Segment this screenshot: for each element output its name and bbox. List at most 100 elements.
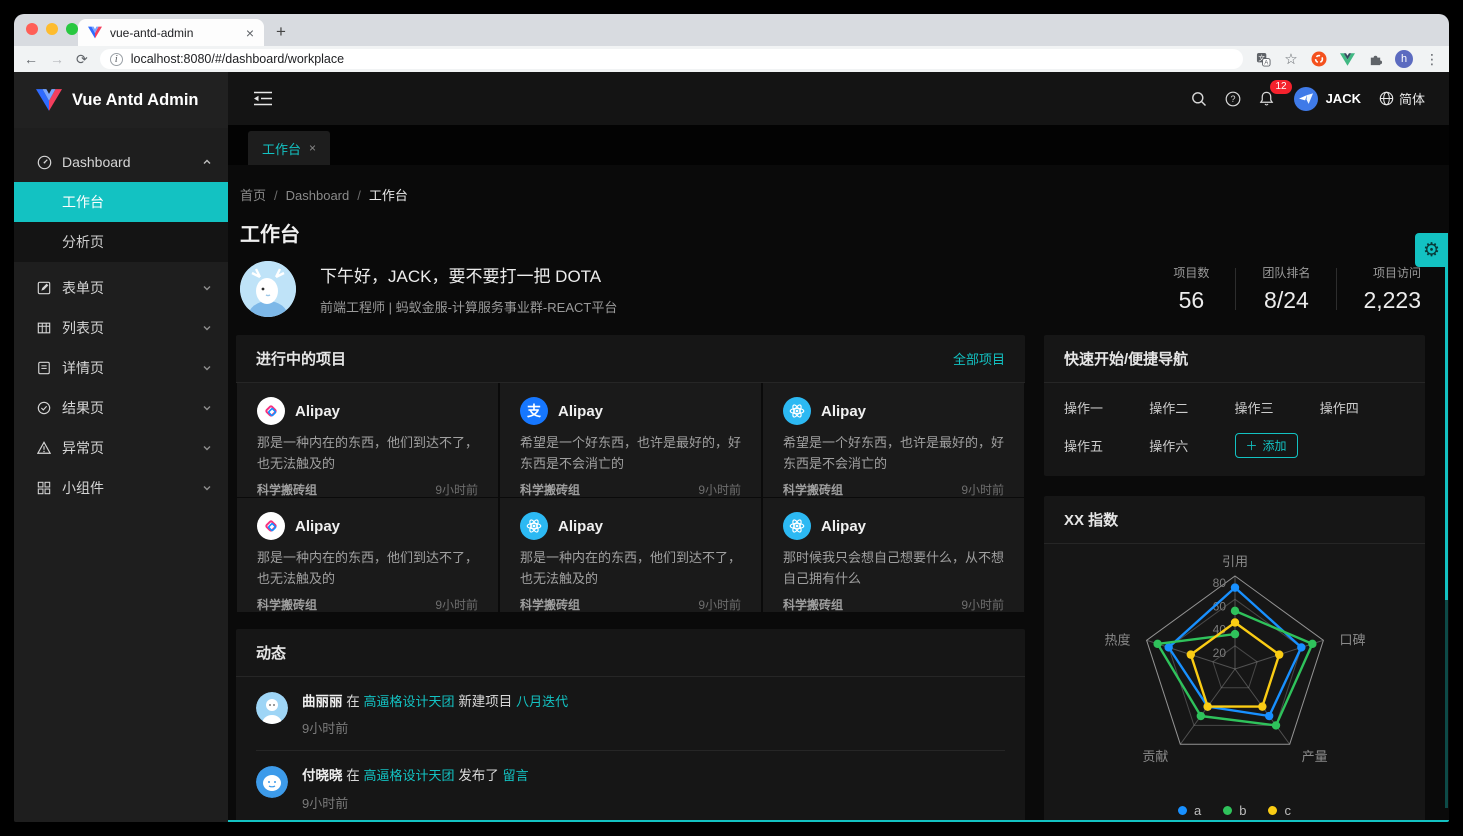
sidebar-item-list[interactable]: 列表页 (14, 308, 228, 348)
svg-text:?: ? (1230, 94, 1235, 104)
feed-user[interactable]: 曲丽丽 (302, 694, 343, 709)
browser-tab[interactable]: vue-antd-admin × (78, 19, 264, 46)
quick-link[interactable]: 操作一 (1064, 398, 1149, 417)
bookmark-star-icon[interactable]: ☆ (1283, 51, 1299, 67)
quick-link[interactable]: 操作五 (1064, 436, 1149, 455)
page-tabbar: 工作台 × (228, 125, 1449, 165)
sidebar-collapse-icon[interactable] (246, 82, 280, 116)
project-tile[interactable]: Alipay 希望是一个好东西，也许是最好的，好东西是不会消亡的 科学搬砖组9小… (762, 383, 1025, 498)
check-circle-icon (36, 400, 52, 416)
atom-flower-icon (520, 512, 548, 540)
sidebar-item-form[interactable]: 表单页 (14, 268, 228, 308)
project-tile[interactable]: Alipay 那是一种内在的东西，他们到达不了，也无法触及的 科学搬砖组9小时前 (236, 383, 499, 498)
feed-target-link[interactable]: 八月迭代 (516, 694, 568, 709)
sidebar: Vue Antd Admin Dashboard 工作台 分析页 (14, 72, 228, 822)
language-label: 简体 (1399, 89, 1425, 108)
project-group[interactable]: 科学搬砖组 (783, 481, 961, 498)
notification-bell-icon[interactable]: 12 (1250, 82, 1284, 116)
legend-dot-icon (1223, 806, 1232, 815)
chevron-down-icon (202, 283, 212, 293)
feed-target-link[interactable]: 留言 (503, 768, 529, 783)
project-tile[interactable]: Alipay 那是一种内在的东西，他们到达不了，也无法触及的 科学搬砖组9小时前 (236, 498, 499, 613)
sidebar-item-widgets[interactable]: 小组件 (14, 468, 228, 508)
quick-links: 操作一 操作二 操作三 操作四 操作五 操作六 ＋添加 (1044, 383, 1425, 476)
projects-card: 进行中的项目 全部项目 Alipay 那是一种 (236, 335, 1025, 613)
user-menu[interactable]: JACK (1294, 87, 1361, 111)
svg-text:产量: 产量 (1302, 749, 1328, 764)
chrome-menu-icon[interactable]: ⋮ (1425, 51, 1439, 68)
sidebar-item-workbench[interactable]: 工作台 (14, 182, 228, 222)
project-group[interactable]: 科学搬砖组 (520, 596, 698, 613)
extensions-puzzle-icon[interactable] (1367, 51, 1383, 67)
page-tab-close-icon[interactable]: × (309, 141, 316, 155)
breadcrumb: 首页/Dashboard/工作台 (240, 185, 1425, 204)
atom-flower-icon (783, 512, 811, 540)
search-icon[interactable] (1182, 82, 1216, 116)
reload-button[interactable]: ⟳ (76, 51, 88, 68)
extension-icon-orange[interactable] (1311, 51, 1327, 67)
vertical-scrollbar-track[interactable] (1445, 600, 1448, 808)
site-info-icon[interactable]: i (110, 53, 123, 66)
project-group[interactable]: 科学搬砖组 (257, 481, 435, 498)
translate-icon[interactable]: 文A (1255, 51, 1271, 67)
settings-gear-button[interactable]: ⚙ (1415, 233, 1448, 267)
feed-avatar (256, 692, 288, 724)
activity-feed-card: 动态 曲丽丽 在 高逼格设计天团 (236, 629, 1025, 822)
chrome-profile-avatar[interactable]: h (1395, 50, 1413, 68)
back-button[interactable]: ← (24, 51, 38, 67)
sidebar-item-exception[interactable]: 异常页 (14, 428, 228, 468)
legend-item[interactable]: c (1268, 803, 1291, 818)
quick-link[interactable]: 操作六 (1149, 436, 1234, 455)
quick-link[interactable]: 操作三 (1235, 398, 1320, 417)
legend-item[interactable]: b (1223, 803, 1246, 818)
minimize-window-button[interactable] (46, 23, 58, 35)
vue-logo-icon (36, 89, 62, 111)
project-tile[interactable]: 支 Alipay 希望是一个好东西，也许是最好的，好东西是不会消亡的 科学搬砖组… (499, 383, 762, 498)
browser-window: vue-antd-admin × + ← → ⟳ i localhost:808… (14, 14, 1449, 822)
url-bar[interactable]: i localhost:8080/#/dashboard/workplace (100, 49, 1243, 69)
app-root: Vue Antd Admin Dashboard 工作台 分析页 (14, 72, 1449, 822)
feed-team-link[interactable]: 高逼格设计天团 (364, 768, 455, 783)
welcome-section: 下午好，JACK，要不要打一把 DOTA 前端工程师 | 蚂蚁金服-计算服务事业… (240, 261, 1425, 317)
sidebar-item-dashboard[interactable]: Dashboard (14, 142, 228, 182)
extension-icon-vue-devtools[interactable] (1339, 51, 1355, 67)
legend-item[interactable]: a (1178, 803, 1201, 818)
close-window-button[interactable] (26, 23, 38, 35)
breadcrumb-dashboard[interactable]: Dashboard (286, 188, 350, 203)
user-avatar (1294, 87, 1318, 111)
breadcrumb-home[interactable]: 首页 (240, 188, 266, 203)
antd-logo-icon (257, 512, 285, 540)
feed-team-link[interactable]: 高逼格设计天团 (364, 694, 455, 709)
main-area: ? 12 JACK 简体 工作台 (228, 72, 1449, 822)
sidebar-item-analysis[interactable]: 分析页 (14, 222, 228, 262)
svg-text:热度: 热度 (1105, 632, 1131, 647)
project-tile[interactable]: Alipay 那时候我只会想自己想要什么，从不想自己拥有什么 科学搬砖组9小时前 (762, 498, 1025, 613)
index-chart-card: XX 指数 引用口碑产量贡献热度20406080 abc (1044, 496, 1425, 822)
quick-link[interactable]: 操作二 (1149, 398, 1234, 417)
language-switcher[interactable]: 简体 (1379, 89, 1425, 108)
forward-button[interactable]: → (50, 51, 64, 67)
help-question-icon[interactable]: ? (1216, 82, 1250, 116)
edit-form-icon (36, 280, 52, 296)
tab-close-icon[interactable]: × (246, 26, 254, 40)
chevron-down-icon (202, 363, 212, 373)
page-tab-workbench[interactable]: 工作台 × (248, 131, 330, 165)
feed-user[interactable]: 付晓晓 (302, 768, 343, 783)
horizontal-scrollbar-thumb[interactable] (228, 820, 1449, 822)
quick-nav-title: 快速开始/便捷导航 (1064, 348, 1405, 369)
new-tab-button[interactable]: + (276, 22, 286, 42)
maximize-window-button[interactable] (66, 23, 78, 35)
sidebar-item-detail[interactable]: 详情页 (14, 348, 228, 388)
notification-badge: 12 (1270, 80, 1291, 94)
project-group[interactable]: 科学搬砖组 (257, 596, 435, 613)
add-button[interactable]: ＋添加 (1235, 433, 1298, 458)
dashboard-submenu: 工作台 分析页 (14, 182, 228, 262)
project-group[interactable]: 科学搬砖组 (783, 596, 961, 613)
project-group[interactable]: 科学搬砖组 (520, 481, 698, 498)
all-projects-link[interactable]: 全部项目 (953, 349, 1005, 368)
quick-link[interactable]: 操作四 (1320, 398, 1405, 417)
project-tile[interactable]: Alipay 那是一种内在的东西，他们到达不了，也无法触及的 科学搬砖组9小时前 (499, 498, 762, 613)
vertical-scrollbar-thumb[interactable] (1445, 233, 1448, 600)
sidebar-item-result[interactable]: 结果页 (14, 388, 228, 428)
app-logo[interactable]: Vue Antd Admin (14, 72, 228, 128)
